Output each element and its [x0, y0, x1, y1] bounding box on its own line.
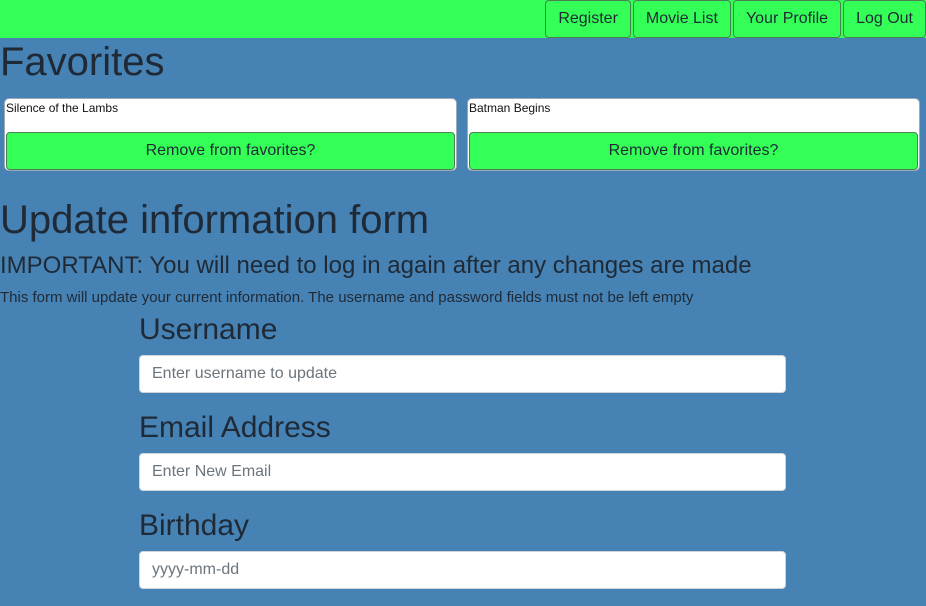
username-input[interactable] [139, 355, 786, 393]
favorite-card: Silence of the Lambs Remove from favorit… [4, 98, 457, 171]
email-label: Email Address [139, 411, 331, 444]
favorite-title: Batman Begins [469, 101, 551, 115]
navbar: Register Movie List Your Profile Log Out [0, 0, 926, 38]
birthday-label: Birthday [139, 509, 250, 542]
movie-list-button[interactable]: Movie List [632, 0, 731, 38]
update-form-heading: Update information form [0, 198, 430, 242]
favorite-title: Silence of the Lambs [6, 101, 119, 115]
remove-favorite-button[interactable]: Remove from favorites? [6, 132, 455, 170]
email-input[interactable] [139, 453, 786, 491]
username-label: Username [139, 313, 278, 346]
register-button[interactable]: Register [545, 0, 631, 38]
favorite-card: Batman Begins Remove from favorites? [467, 98, 920, 171]
favorites-heading: Favorites [0, 40, 165, 84]
your-profile-button[interactable]: Your Profile [732, 0, 842, 38]
form-description: This form will update your current infor… [0, 289, 694, 306]
log-out-button[interactable]: Log Out [843, 0, 926, 38]
birthday-input[interactable] [139, 551, 786, 589]
remove-favorite-button[interactable]: Remove from favorites? [469, 132, 918, 170]
important-notice: IMPORTANT: You will need to log in again… [0, 252, 752, 279]
